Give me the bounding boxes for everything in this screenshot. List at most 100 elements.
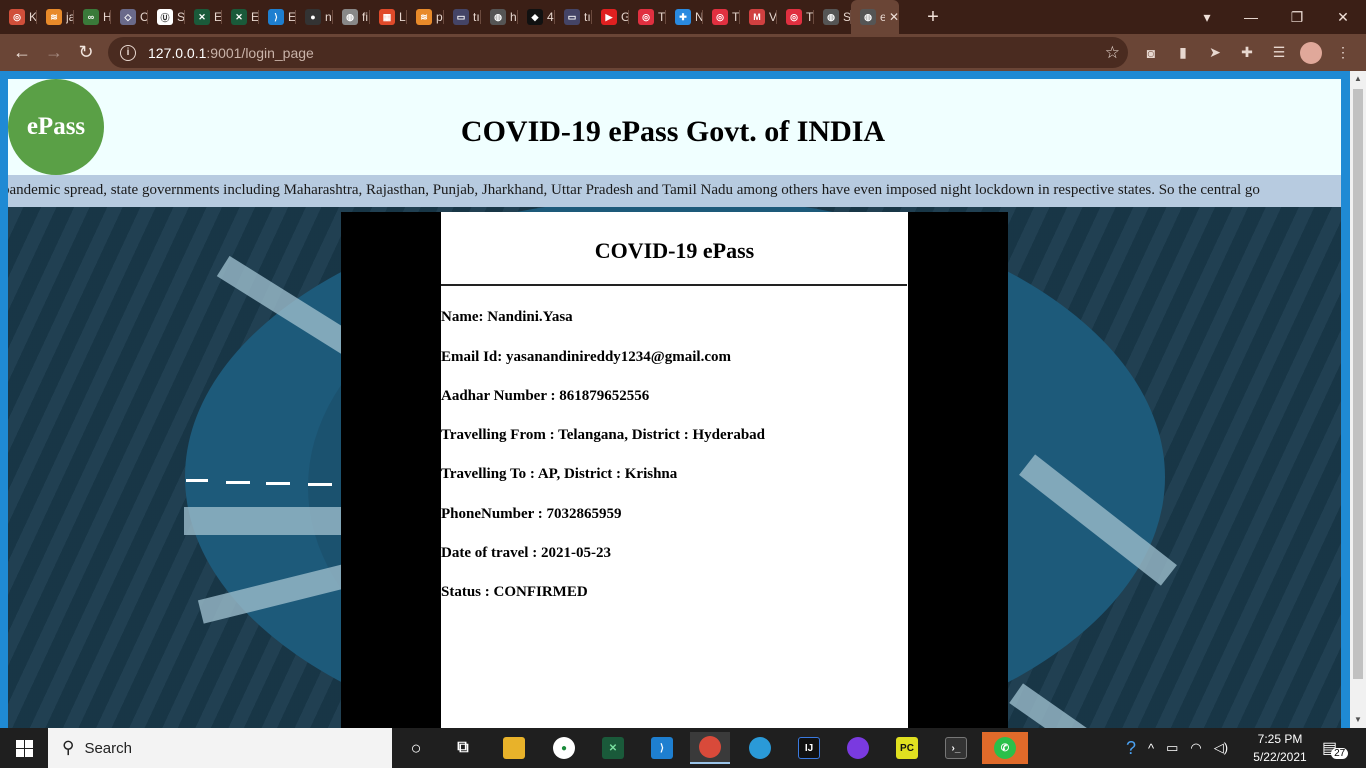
help-icon[interactable]: ?	[1126, 738, 1136, 759]
whatsapp-icon[interactable]: ✆	[982, 732, 1028, 764]
tab-search-icon[interactable]: ▾	[1184, 0, 1230, 34]
field-aadhar: Aadhar Number : 861879652556	[441, 388, 650, 404]
clock[interactable]: 7:25 PM 5/22/2021	[1250, 730, 1310, 766]
taskbar-app-icon[interactable]: ●	[544, 732, 584, 764]
volume-icon[interactable]: ◁)	[1214, 740, 1228, 756]
news-marquee: pandemic spread, state governments inclu…	[8, 175, 1341, 207]
browser-tab[interactable]: ◎ K	[0, 0, 37, 34]
browser-tab[interactable]: ▦ L	[370, 0, 407, 34]
edge-icon[interactable]	[740, 732, 780, 764]
tab-favicon-icon: M	[749, 9, 765, 25]
extension-icon[interactable]: ▮	[1172, 42, 1194, 64]
tab-title: S	[843, 10, 851, 24]
browser-tab[interactable]: ◎ T	[629, 0, 666, 34]
terminal-icon[interactable]: ›_	[936, 732, 976, 764]
url-path: :9001/login_page	[206, 44, 314, 61]
tab-favicon-icon: Ⓤ	[157, 9, 173, 25]
browser-tab[interactable]: ✕ E	[222, 0, 259, 34]
browser-toolbar: ← → ↻ i 127.0.0.1:9001/login_page ☆ ◙ ▮ …	[0, 34, 1366, 71]
scroll-up-arrow-icon[interactable]: ▲	[1354, 74, 1362, 83]
address-bar[interactable]: i 127.0.0.1:9001/login_page ☆	[108, 37, 1128, 68]
card-divider	[441, 284, 907, 286]
tab-favicon-icon: ≋	[416, 9, 432, 25]
chrome-icon[interactable]	[690, 732, 730, 764]
browser-tab[interactable]: ◆ 4	[518, 0, 555, 34]
camera-extension-icon[interactable]: ◙	[1140, 42, 1162, 64]
start-button[interactable]	[0, 728, 48, 768]
notification-center[interactable]: ▤ 27	[1322, 728, 1349, 768]
browser-tab[interactable]: ◍ fi	[333, 0, 370, 34]
browser-tab[interactable]: Ⓤ S	[148, 0, 185, 34]
file-explorer-icon[interactable]	[494, 732, 534, 764]
profile-avatar[interactable]	[1300, 41, 1322, 64]
browser-tab[interactable]: MV	[740, 0, 777, 34]
browser-tab[interactable]: ◇ C	[111, 0, 148, 34]
page-header: ePass COVID-19 ePass Govt. of INDIA	[8, 79, 1341, 175]
search-icon: ⚲	[62, 738, 75, 757]
field-travelling-to: Travelling To : AP, District : Krishna	[441, 466, 678, 482]
tab-title: E	[251, 10, 259, 24]
tab-title: p	[436, 10, 443, 24]
tab-title: e	[880, 10, 885, 24]
browser-tab[interactable]: ◍ S	[814, 0, 851, 34]
puzzle-extensions-icon[interactable]: ✚	[1236, 42, 1258, 64]
bookmark-star-icon[interactable]: ☆	[1105, 43, 1120, 63]
minimize-button[interactable]: —	[1228, 0, 1274, 34]
runway-dash	[308, 483, 332, 486]
browser-tab[interactable]: ● n	[296, 0, 333, 34]
tab-favicon-icon: ◍	[823, 9, 839, 25]
runway-dash	[266, 482, 290, 485]
browser-tab[interactable]: ◎ T	[777, 0, 814, 34]
scroll-down-arrow-icon[interactable]: ▼	[1354, 715, 1362, 724]
battery-icon[interactable]: ▭	[1166, 740, 1178, 756]
field-date: Date of travel : 2021-05-23	[441, 545, 611, 561]
pass-card: COVID-19 ePass Name: Nandini.Yasa Email …	[441, 212, 908, 728]
github-desktop-icon[interactable]	[838, 732, 878, 764]
maximize-button[interactable]: ❐	[1274, 0, 1320, 34]
close-window-button[interactable]: ✕	[1320, 0, 1366, 34]
extensions-area: ◙ ▮ ➤ ✚ ☰ ⋮	[1140, 34, 1354, 71]
new-tab-button[interactable]: +	[913, 6, 953, 29]
back-button[interactable]: ←	[6, 37, 38, 69]
close-tab-icon[interactable]: ✕	[889, 10, 899, 24]
wifi-icon[interactable]: ◠	[1190, 740, 1201, 756]
browser-tab[interactable]: ◎ T	[703, 0, 740, 34]
vscode-icon[interactable]: ⟩	[642, 732, 682, 764]
tab-favicon-icon: ∞	[83, 9, 99, 25]
tab-favicon-icon: ✕	[231, 9, 247, 25]
vertical-scrollbar[interactable]: ▲ ▼	[1350, 71, 1366, 728]
browser-tab[interactable]: ∞ H	[74, 0, 111, 34]
browser-tab[interactable]: ≋ p	[407, 0, 444, 34]
browser-tab[interactable]: ✕ E	[185, 0, 222, 34]
intellij-icon[interactable]: IJ	[789, 732, 829, 764]
taskbar-app-icon[interactable]: ✕	[593, 732, 633, 764]
tab-favicon-icon: ◎	[9, 9, 25, 25]
runway-dash	[186, 479, 208, 482]
tab-title: C	[140, 10, 148, 24]
browser-tab[interactable]: ◍ h	[481, 0, 518, 34]
reading-list-icon[interactable]: ☰	[1268, 42, 1290, 64]
url-text[interactable]: 127.0.0.1:9001/login_page	[148, 45, 314, 61]
show-hidden-icons[interactable]: ^	[1148, 741, 1154, 756]
browser-tab[interactable]: ▶ G	[592, 0, 629, 34]
cursor-extension-icon[interactable]: ➤	[1204, 42, 1226, 64]
tab-favicon-icon: ✚	[675, 9, 691, 25]
pycharm-icon[interactable]: PC	[887, 732, 927, 764]
browser-tab[interactable]: ✚ N	[666, 0, 703, 34]
cortana-icon[interactable]: ○	[396, 732, 436, 764]
task-view-icon[interactable]: ⧉	[443, 732, 483, 764]
tab-title: G	[621, 10, 629, 24]
browser-tab[interactable]: ≋ ja	[37, 0, 74, 34]
taskbar-search[interactable]: ⚲ Search	[48, 728, 392, 768]
browser-tab[interactable]: ⟩ E	[259, 0, 296, 34]
browser-tab[interactable]: ▭ tı	[444, 0, 481, 34]
browser-tab[interactable]: ▭ tı	[555, 0, 592, 34]
tab-title: T	[732, 10, 740, 24]
tab-title: S	[177, 10, 185, 24]
site-info-icon[interactable]: i	[120, 44, 136, 61]
browser-tab-active[interactable]: ◍ e ✕	[851, 0, 899, 34]
forward-button[interactable]: →	[38, 37, 70, 69]
scrollbar-thumb[interactable]	[1353, 89, 1363, 679]
reload-button[interactable]: ↻	[70, 37, 102, 69]
menu-icon[interactable]: ⋮	[1332, 42, 1354, 64]
